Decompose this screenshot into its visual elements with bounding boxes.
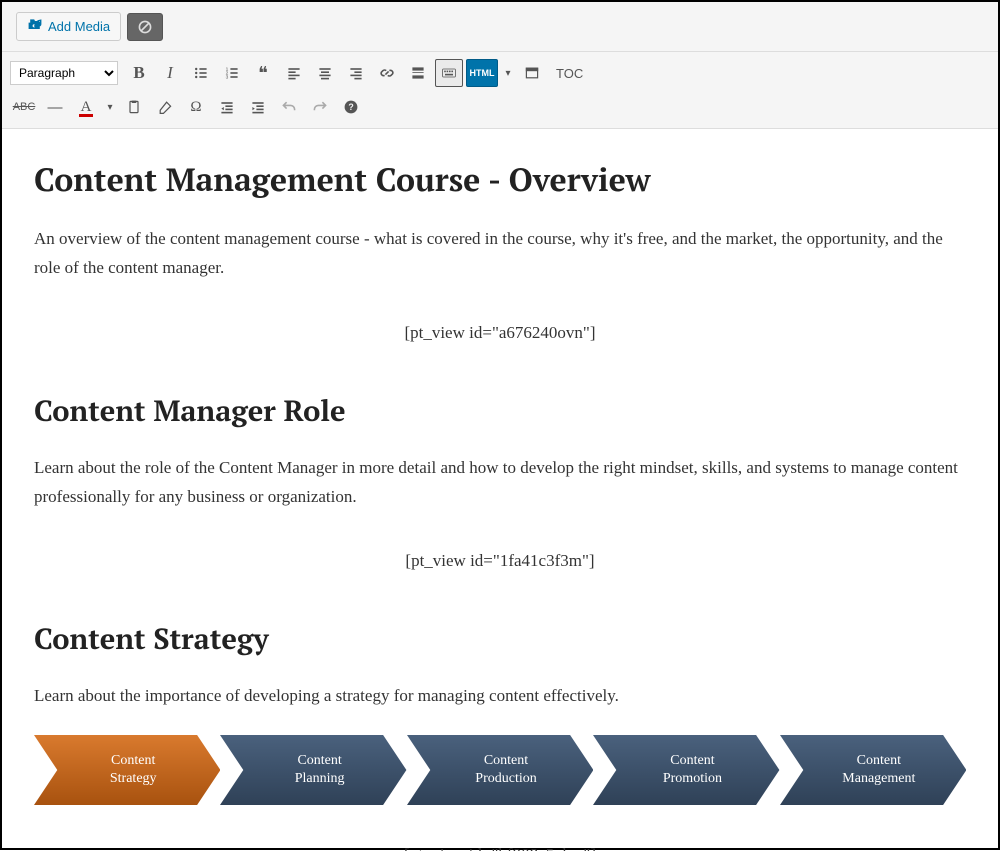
- undo-icon: [281, 99, 297, 115]
- clipboard-icon: [126, 99, 142, 115]
- paragraph[interactable]: Learn about the role of the Content Mana…: [34, 454, 966, 512]
- svg-text:?: ?: [348, 102, 353, 112]
- align-center-button[interactable]: [311, 59, 339, 87]
- keyboard-icon: [441, 65, 457, 81]
- paragraph[interactable]: Learn about the importance of developing…: [34, 682, 966, 711]
- outdent-button[interactable]: [213, 93, 241, 121]
- align-right-icon: [348, 65, 364, 81]
- chevron-down-icon[interactable]: ▾: [103, 102, 117, 113]
- strikethrough-button[interactable]: ABC: [10, 93, 38, 121]
- numbered-list-button[interactable]: 123: [218, 59, 246, 87]
- tinymce-toolbar: Paragraph B I 123 ❝: [2, 51, 998, 128]
- outdent-icon: [219, 99, 235, 115]
- toc-button[interactable]: TOC: [549, 59, 590, 87]
- color-swatch: [79, 114, 93, 117]
- align-left-icon: [286, 65, 302, 81]
- process-step: ContentProduction: [407, 735, 593, 805]
- undo-button[interactable]: [275, 93, 303, 121]
- help-button[interactable]: ?: [337, 93, 365, 121]
- chevron-down-icon[interactable]: ▾: [501, 68, 515, 79]
- add-media-button[interactable]: Add Media: [16, 12, 121, 41]
- bullet-list-icon: [193, 65, 209, 81]
- heading-2[interactable]: Content Manager Role: [34, 392, 966, 430]
- svg-text:3: 3: [226, 75, 229, 81]
- bullet-list-button[interactable]: [187, 59, 215, 87]
- toolbar-row-2: ABC — A ▾ Ω: [10, 90, 990, 124]
- eraser-icon: [157, 99, 173, 115]
- process-arrow-diagram: ContentStrategy ContentPlanning ContentP…: [34, 735, 966, 805]
- italic-button[interactable]: I: [156, 59, 184, 87]
- html-button[interactable]: HTML: [466, 59, 498, 87]
- format-select[interactable]: Paragraph: [10, 61, 118, 85]
- top-toolbar: Add Media: [2, 2, 998, 51]
- link-icon: [379, 65, 395, 81]
- add-media-label: Add Media: [48, 19, 110, 34]
- indent-button[interactable]: [244, 93, 272, 121]
- shortcode-text[interactable]: [pt_view id="a676240ovn"]: [34, 319, 966, 348]
- shortcode-text[interactable]: [pt_view id="1fa41c3f3m"]: [34, 547, 966, 576]
- fullscreen-button[interactable]: [518, 59, 546, 87]
- fullscreen-icon: [524, 65, 540, 81]
- paragraph[interactable]: An overview of the content management co…: [34, 225, 966, 283]
- camera-music-icon: [27, 17, 43, 36]
- blockquote-button[interactable]: ❝: [249, 59, 277, 87]
- redo-icon: [312, 99, 328, 115]
- align-right-button[interactable]: [342, 59, 370, 87]
- text-color-button[interactable]: A: [72, 93, 100, 121]
- indent-icon: [250, 99, 266, 115]
- bold-button[interactable]: B: [125, 59, 153, 87]
- paste-text-button[interactable]: [120, 93, 148, 121]
- align-center-icon: [317, 65, 333, 81]
- horizontal-rule-button[interactable]: —: [41, 93, 69, 121]
- insert-more-icon: [410, 65, 426, 81]
- numbered-list-icon: 123: [224, 65, 240, 81]
- heading-2[interactable]: Content Strategy: [34, 620, 966, 658]
- read-more-button[interactable]: [404, 59, 432, 87]
- clear-formatting-button[interactable]: [151, 93, 179, 121]
- process-step: ContentManagement: [780, 735, 966, 805]
- process-step: ContentPromotion: [593, 735, 779, 805]
- link-button[interactable]: [373, 59, 401, 87]
- toolbar-row-1: Paragraph B I 123 ❝: [10, 56, 990, 90]
- process-step: ContentPlanning: [220, 735, 406, 805]
- heading-1[interactable]: Content Management Course - Overview: [34, 159, 966, 201]
- help-icon: ?: [343, 99, 359, 115]
- redo-button[interactable]: [306, 93, 334, 121]
- editor-content-area[interactable]: Content Management Course - Overview An …: [2, 129, 998, 851]
- process-step: ContentStrategy: [34, 735, 220, 805]
- special-character-button[interactable]: Ω: [182, 93, 210, 121]
- align-left-button[interactable]: [280, 59, 308, 87]
- slash-circle-icon: [137, 19, 153, 35]
- secondary-media-button[interactable]: [127, 13, 163, 41]
- toolbar-toggle-button[interactable]: [435, 59, 463, 87]
- editor-toolbar-area: Add Media Paragraph B I 123 ❝: [2, 2, 998, 129]
